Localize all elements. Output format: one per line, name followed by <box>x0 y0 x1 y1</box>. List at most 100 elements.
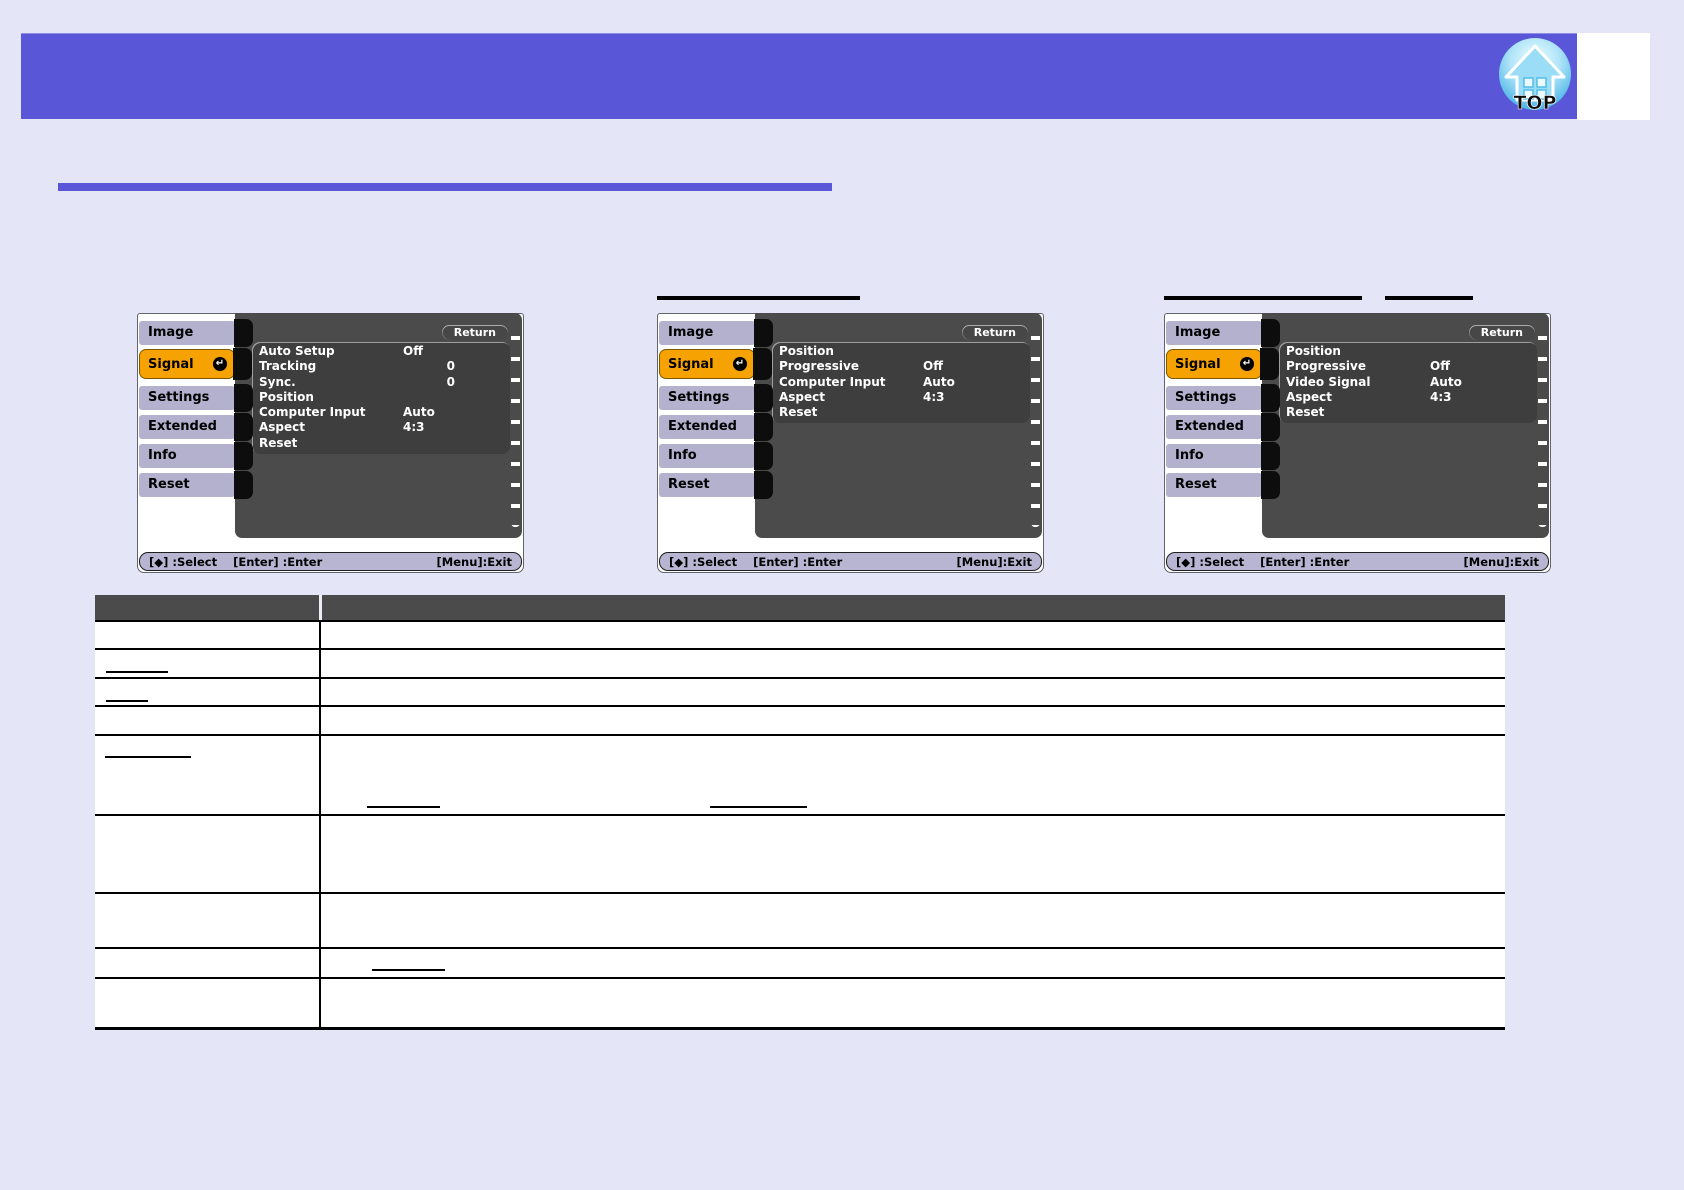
menu-item[interactable]: Position <box>1279 344 1537 359</box>
sidebar-tab-signal[interactable]: Signal ↵ <box>1166 348 1279 380</box>
sidebar-tab-extended[interactable]: Extended <box>1166 413 1280 441</box>
sidebar-tab-signal[interactable]: Signal ↵ <box>139 348 252 380</box>
home-icon: TOP <box>1499 38 1571 114</box>
menu-item-value: Off <box>923 359 943 374</box>
return-button[interactable]: Return <box>961 325 1028 340</box>
menu-item-label: Video Signal <box>1286 374 1371 389</box>
link-underline[interactable] <box>106 671 168 673</box>
menu-item[interactable]: Reset <box>252 436 510 451</box>
table-row-line <box>95 734 1505 736</box>
sidebar-tab-info[interactable]: Info <box>1166 442 1280 470</box>
tab-notch <box>234 471 253 499</box>
tab-notch <box>754 471 773 499</box>
top-button[interactable]: TOP <box>1497 37 1573 114</box>
sidebar-tab-info[interactable]: Info <box>659 442 773 470</box>
sidebar-tab-signal[interactable]: Signal ↵ <box>659 348 772 380</box>
table-header-row <box>95 595 1505 620</box>
sidebar-tab-reset[interactable]: Reset <box>139 471 253 499</box>
link-underline[interactable] <box>710 806 807 808</box>
tab-label: Settings <box>668 390 730 405</box>
link-underline[interactable] <box>1385 296 1473 300</box>
statusbar-select-hint: [◆] :Select <box>669 554 738 569</box>
top-label: TOP <box>1513 92 1556 113</box>
link-underline[interactable] <box>106 700 148 702</box>
table-row-line <box>95 648 1505 650</box>
menu-item-value: 4:3 <box>403 420 425 435</box>
section-underline <box>58 183 832 191</box>
menu-item-value: 0 <box>446 374 455 389</box>
menu-item[interactable]: Tracking 0 <box>252 359 510 374</box>
link-underline[interactable] <box>372 969 445 971</box>
menu-item[interactable]: Aspect 4:3 <box>252 420 510 435</box>
table-row-line <box>95 947 1505 949</box>
projector-menu-screenshot: Return Position Progressive Off Computer… <box>657 313 1044 573</box>
tab-notch <box>754 319 773 347</box>
table-header-divider <box>319 595 322 620</box>
tab-notch <box>233 348 252 380</box>
sidebar-tab-image[interactable]: Image <box>139 319 253 347</box>
sidebar-tab-reset[interactable]: Reset <box>1166 471 1280 499</box>
tab-notch <box>1261 413 1280 441</box>
menu-item-list: Position Progressive Off Video Signal Au… <box>1279 342 1537 424</box>
menu-item-list: Auto Setup Off Tracking 0 Sync. 0 Positi… <box>252 342 510 455</box>
sidebar-tab-info[interactable]: Info <box>139 442 253 470</box>
enter-icon: ↵ <box>213 357 227 371</box>
menu-item-label: Aspect <box>259 420 306 435</box>
menu-item[interactable]: Computer Input Auto <box>772 375 1030 390</box>
tab-notch <box>1261 319 1280 347</box>
sidebar-tab-settings[interactable]: Settings <box>1166 384 1280 412</box>
return-button[interactable]: Return <box>441 325 508 340</box>
tab-label: Info <box>668 448 697 463</box>
menu-item[interactable]: Sync. 0 <box>252 375 510 390</box>
return-button[interactable]: Return <box>1468 325 1535 340</box>
menu-item[interactable]: Auto Setup Off <box>252 344 510 359</box>
tab-label: Settings <box>148 390 210 405</box>
menu-item[interactable]: Reset <box>772 405 1030 420</box>
menu-item[interactable]: Position <box>252 390 510 405</box>
menu-item[interactable]: Progressive Off <box>772 359 1030 374</box>
menu-item[interactable]: Reset <box>1279 405 1537 420</box>
menu-item[interactable]: Aspect 4:3 <box>1279 390 1537 405</box>
tab-label: Image <box>148 325 194 340</box>
menu-panel: Return Auto Setup Off Tracking 0 Sync. 0… <box>235 313 522 538</box>
statusbar-select-hint: [◆] :Select <box>1176 554 1245 569</box>
table-bottom-line <box>95 1027 1505 1030</box>
sidebar-tab-image[interactable]: Image <box>659 319 773 347</box>
link-underline[interactable] <box>367 806 440 808</box>
menu-item[interactable]: Position <box>772 344 1030 359</box>
table-row-line <box>95 977 1505 979</box>
sidebar-tab-extended[interactable]: Extended <box>139 413 253 441</box>
sidebar-tab-settings[interactable]: Settings <box>139 384 253 412</box>
menu-item[interactable]: Aspect 4:3 <box>772 390 1030 405</box>
tab-label: Extended <box>148 419 217 434</box>
link-underline[interactable] <box>657 296 860 300</box>
table-row-line <box>95 620 1505 622</box>
tab-label: Extended <box>668 419 737 434</box>
link-underline[interactable] <box>105 756 191 758</box>
menu-item[interactable]: Video Signal Auto <box>1279 375 1537 390</box>
sidebar-tab-image[interactable]: Image <box>1166 319 1280 347</box>
table-row-line <box>95 677 1505 679</box>
menu-item-label: Tracking <box>259 359 317 374</box>
menu-item[interactable]: Computer Input Auto <box>252 405 510 420</box>
menu-item-label: Reset <box>1286 405 1325 420</box>
sidebar-tab-reset[interactable]: Reset <box>659 471 773 499</box>
tab-notch <box>1261 471 1280 499</box>
enter-icon: ↵ <box>1240 357 1254 371</box>
statusbar-exit-hint: [Menu]:Exit <box>1463 554 1539 569</box>
statusbar-enter-hint: [Enter] :Enter <box>233 554 323 569</box>
sidebar-tab-settings[interactable]: Settings <box>659 384 773 412</box>
scroll-edge-decoration <box>1538 319 1547 527</box>
tab-label: Image <box>668 325 714 340</box>
statusbar-enter-hint: [Enter] :Enter <box>1260 554 1350 569</box>
menu-item-value: Off <box>403 344 423 358</box>
tab-label: Extended <box>1175 419 1244 434</box>
link-underline[interactable] <box>1164 296 1362 300</box>
sidebar-tab-extended[interactable]: Extended <box>659 413 773 441</box>
projector-menu-screenshot: Return Auto Setup Off Tracking 0 Sync. 0… <box>137 313 524 573</box>
menu-item[interactable]: Progressive Off <box>1279 359 1537 374</box>
enter-icon: ↵ <box>733 357 747 371</box>
tab-label: Info <box>148 448 177 463</box>
menu-item-value: Off <box>1430 359 1450 374</box>
statusbar-exit-hint: [Menu]:Exit <box>436 554 512 569</box>
